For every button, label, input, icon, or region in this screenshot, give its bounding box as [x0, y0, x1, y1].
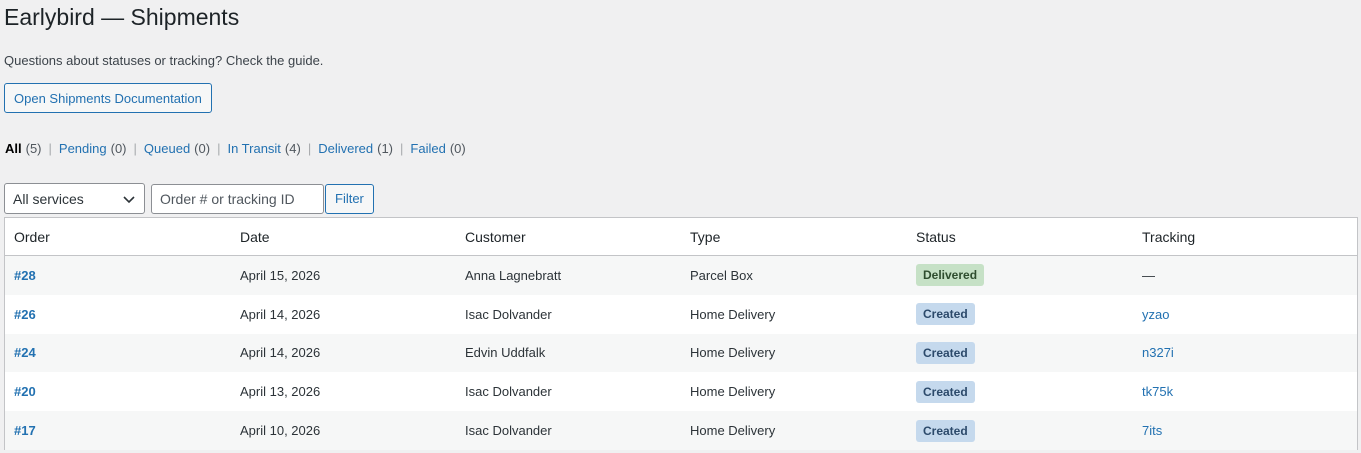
column-header-type: Type: [690, 228, 721, 245]
page-title: Earlybird — Shipments: [4, 4, 240, 30]
view-link[interactable]: Pending: [59, 141, 107, 156]
order-link[interactable]: #20: [14, 384, 36, 399]
status-cell: Created: [907, 341, 1133, 364]
date-cell: April 13, 2026: [240, 384, 321, 400]
tracking-cell: yzao: [1133, 307, 1357, 322]
view-count: (0): [110, 141, 127, 156]
search-input[interactable]: [151, 183, 324, 214]
status-views: All (5) | Pending (0) | Queued (0) | In Transit (4…: [5, 141, 466, 156]
filters-bar: All services Filter: [4, 183, 374, 214]
status-cell: Created: [907, 303, 1133, 326]
tracking-cell: n327i: [1133, 345, 1357, 360]
date-cell: April 14, 2026: [240, 306, 321, 322]
status-cell: Delivered: [907, 264, 1133, 287]
status-cell: Created: [907, 419, 1133, 442]
customer-cell: Edvin Uddfalk: [465, 345, 546, 361]
status-cell: Created: [907, 380, 1133, 403]
view-failed: Failed (0): [410, 141, 465, 156]
type-cell: Home Delivery: [690, 345, 776, 361]
view-separator: |: [133, 141, 137, 156]
order-link[interactable]: #24: [14, 345, 36, 360]
tracking-cell: —: [1133, 268, 1357, 283]
view-count: (0): [449, 141, 466, 156]
table-row: #20 April 13, 2026 Isac Dolvander Home Deli…: [5, 372, 1357, 411]
tracking-link[interactable]: tk75k: [1142, 384, 1173, 399]
type-cell: Home Delivery: [690, 384, 776, 400]
status-badge: Created: [916, 380, 975, 403]
tracking-link[interactable]: n327i: [1142, 345, 1174, 360]
customer-cell: Isac Dolvander: [465, 384, 552, 400]
order-cell: #17: [5, 423, 231, 438]
order-link[interactable]: #26: [14, 307, 36, 322]
type-cell: Home Delivery: [690, 423, 776, 439]
view-count: (5): [25, 141, 42, 156]
status-badge: Delivered: [916, 264, 985, 287]
view-separator: |: [48, 141, 52, 156]
view-separator: |: [217, 141, 221, 156]
view-all: All (5): [5, 141, 42, 156]
customer-cell: Isac Dolvander: [465, 423, 552, 439]
order-cell: #20: [5, 384, 231, 399]
date-cell: April 14, 2026: [240, 345, 321, 361]
tracking-link[interactable]: 7its: [1142, 423, 1162, 438]
column-header-order: Order: [14, 228, 50, 245]
open-documentation-button[interactable]: Open Shipments Documentation: [4, 83, 212, 113]
table-header: Order Date Customer Type Status Tracking: [5, 218, 1357, 256]
type-cell: Parcel Box: [690, 267, 753, 283]
view-separator: |: [307, 141, 312, 156]
type-cell: Home Delivery: [690, 306, 776, 322]
service-select[interactable]: All services: [4, 183, 145, 214]
view-link[interactable]: Failed: [410, 141, 445, 156]
view-count: (4): [284, 141, 301, 156]
view-link[interactable]: In Transit: [227, 141, 280, 156]
intro-text: Questions about statuses or tracking? Ch…: [4, 53, 324, 68]
view-count: (0): [194, 141, 211, 156]
view-count: (1): [377, 141, 394, 156]
chevron-down-icon: [123, 195, 135, 203]
status-badge: Created: [916, 419, 975, 442]
tracking-cell: 7its: [1133, 423, 1357, 438]
table-row: #28 April 15, 2026 Anna Lagnebratt Parcel B…: [5, 256, 1357, 295]
view-pending: Pending (0): [59, 141, 127, 156]
view-link[interactable]: Queued: [144, 141, 190, 156]
tracking-link[interactable]: yzao: [1142, 307, 1169, 322]
date-cell: April 10, 2026: [240, 423, 321, 439]
filter-button[interactable]: Filter: [325, 183, 374, 214]
order-link[interactable]: #17: [14, 423, 36, 438]
order-cell: #24: [5, 345, 231, 360]
column-header-status: Status: [916, 228, 956, 245]
order-link[interactable]: #28: [14, 268, 36, 283]
view-separator: |: [400, 141, 404, 156]
column-header-customer: Customer: [465, 228, 526, 245]
view-in-transit: In Transit (4): [227, 141, 300, 156]
date-cell: April 15, 2026: [240, 267, 321, 283]
table-row: #17 April 10, 2026 Isac Dolvander Home Deli…: [5, 411, 1357, 450]
service-select-value: All services: [13, 190, 84, 207]
table-body: #28 April 15, 2026 Anna Lagnebratt Parcel B…: [5, 256, 1357, 450]
status-badge: Created: [916, 303, 975, 326]
customer-cell: Anna Lagnebratt: [465, 267, 562, 283]
shipments-table: Order Date Customer Type Status Tracking #28 A…: [4, 217, 1358, 450]
order-cell: #26: [5, 307, 231, 322]
table-row: #24 April 14, 2026 Edvin Uddfalk Home Deliv…: [5, 333, 1357, 373]
view-queued: Queued (0): [144, 141, 210, 156]
view-label[interactable]: All: [5, 141, 22, 156]
view-delivered: Delivered (1): [318, 141, 393, 156]
tracking-cell: tk75k: [1133, 384, 1357, 399]
view-link[interactable]: Delivered: [318, 141, 373, 156]
status-badge: Created: [916, 341, 975, 364]
column-header-tracking: Tracking: [1142, 228, 1196, 245]
tracking-empty: —: [1142, 267, 1155, 283]
column-header-date: Date: [240, 228, 270, 245]
order-cell: #28: [5, 268, 231, 283]
table-row: #26 April 14, 2026 Isac Dolvander Home Deli…: [5, 295, 1357, 334]
customer-cell: Isac Dolvander: [465, 306, 552, 322]
